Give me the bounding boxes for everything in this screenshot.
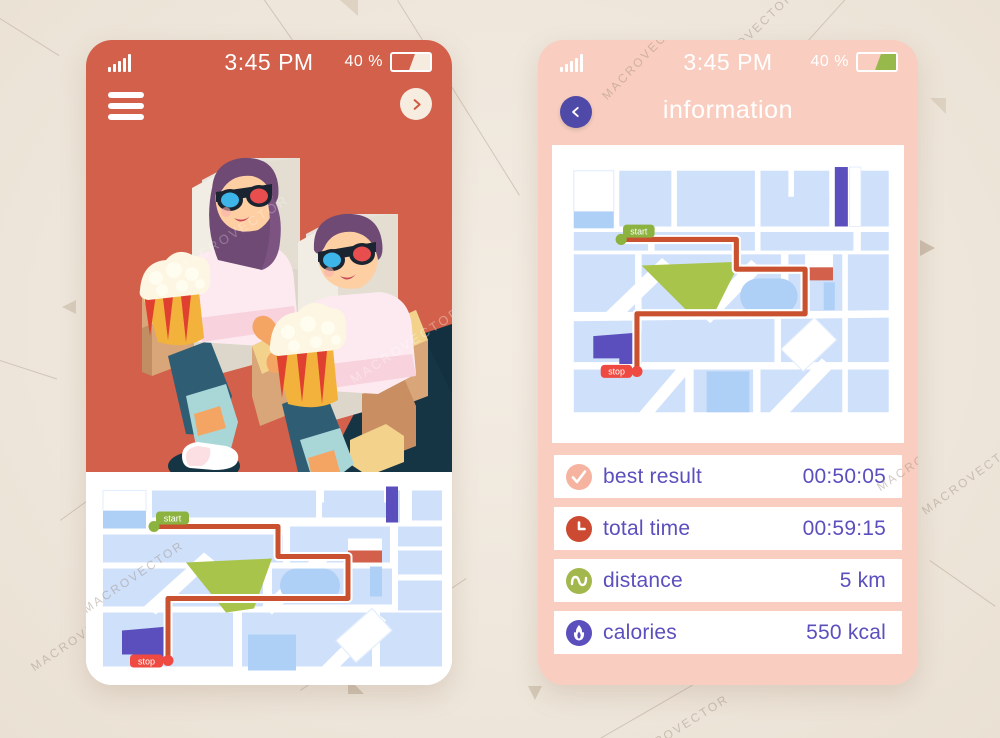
start-label: start: [630, 226, 648, 236]
scratch-decor: [0, 360, 58, 380]
battery-percent: 40 %: [810, 53, 849, 70]
watermark: MACROVECTOR: [919, 436, 1000, 518]
stop-label: stop: [138, 657, 155, 667]
poster-canvas: MACROVECTOR MACROVECTOR MACROVECTOR MACR…: [0, 0, 1000, 738]
stat-row-distance[interactable]: distance 5 km: [554, 559, 902, 602]
start-label: start: [164, 514, 182, 524]
stop-label: stop: [608, 367, 625, 377]
distance-wave-icon: [566, 567, 592, 594]
phone-screen-cinema: 3:45 PM 40 % MACROVECTOR MACROVECTOR sta…: [86, 40, 452, 685]
stat-value: 00:50:05: [802, 464, 886, 488]
map-right[interactable]: start stop: [552, 145, 904, 443]
stat-row-calories[interactable]: calories 550 kcal: [554, 611, 902, 654]
status-bar-left: 3:45 PM 40 %: [86, 40, 452, 84]
route-map: start stop: [558, 157, 898, 426]
stat-label: best result: [603, 464, 703, 488]
route-map: start stop: [86, 480, 452, 677]
fold-decor: [340, 0, 358, 16]
fold-decor: [930, 98, 946, 114]
map-left[interactable]: start stop MACROVECTOR: [86, 472, 452, 685]
fold-decor: [920, 240, 935, 256]
battery-icon: [390, 52, 432, 72]
scratch-decor: [929, 560, 996, 607]
stat-row-best-result[interactable]: best result 00:50:05: [554, 455, 902, 498]
fold-decor: [62, 300, 76, 314]
phone-screen-information: 3:45 PM 40 % information MACROVECTOR sta…: [538, 40, 918, 685]
battery-indicator: 40 %: [811, 52, 898, 72]
stat-label: total time: [603, 516, 691, 540]
stat-label: distance: [603, 568, 683, 592]
stat-label: calories: [603, 620, 677, 644]
stat-value: 00:59:15: [802, 516, 886, 540]
stat-row-total-time[interactable]: total time 00:59:15: [554, 507, 902, 550]
stats-list: best result 00:50:05 total time 00:59:15: [538, 443, 918, 674]
stat-value: 550 kcal: [806, 620, 886, 644]
status-bar-right: 3:45 PM 40 %: [538, 40, 918, 84]
stat-value: 5 km: [839, 568, 886, 592]
clock-icon: [566, 515, 592, 542]
battery-icon: [856, 52, 898, 72]
cinema-illustration: MACROVECTOR MACROVECTOR: [139, 157, 452, 472]
fold-decor: [528, 686, 542, 700]
app-header: 3:45 PM 40 % information MACROVECTOR: [538, 40, 918, 145]
page-title: information: [662, 96, 794, 124]
check-circle-icon: [566, 463, 592, 490]
scratch-decor: [0, 18, 60, 56]
battery-indicator: 40 %: [345, 52, 432, 72]
battery-percent: 40 %: [344, 53, 383, 70]
cinema-section: 3:45 PM 40 % MACROVECTOR MACROVECTOR: [86, 40, 452, 472]
flame-icon: [566, 619, 592, 646]
